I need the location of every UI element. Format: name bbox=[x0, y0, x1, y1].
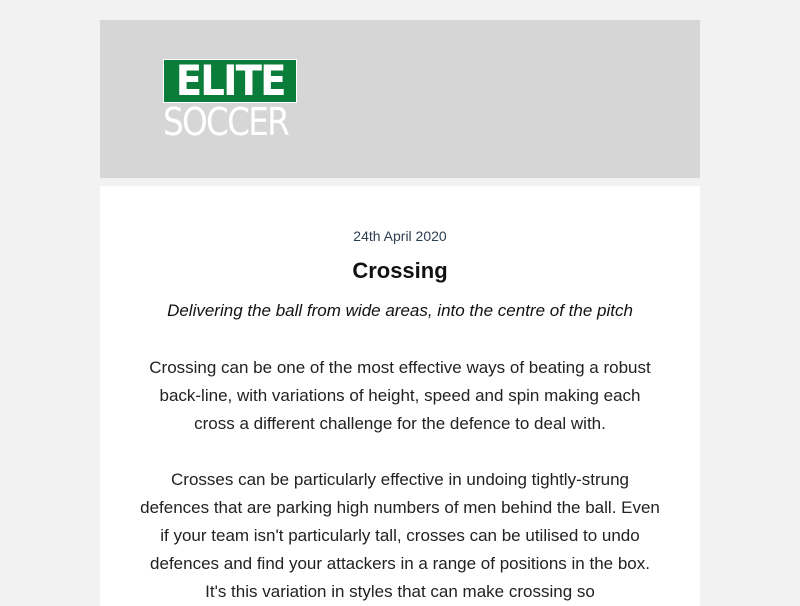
header-banner: ELITE SOCCER bbox=[100, 20, 700, 178]
article-paragraph: Crosses can be particularly effective in… bbox=[140, 470, 660, 601]
logo-word-elite: ELITE bbox=[175, 56, 287, 105]
elite-soccer-logo[interactable]: ELITE SOCCER bbox=[163, 59, 299, 144]
article-title: Crossing bbox=[352, 258, 448, 283]
logo-top-block: ELITE bbox=[163, 59, 297, 103]
logo-word-soccer: SOCCER bbox=[163, 100, 290, 144]
email-container: ELITE SOCCER 24th April 2020 Crossing De… bbox=[100, 20, 700, 606]
article-body: 24th April 2020 Crossing Delivering the … bbox=[100, 186, 700, 606]
article-subtitle: Delivering the ball from wide areas, int… bbox=[167, 301, 633, 320]
article-date: 24th April 2020 bbox=[353, 228, 447, 244]
article-paragraph: Crossing can be one of the most effectiv… bbox=[149, 358, 651, 433]
logo-bottom-block: SOCCER bbox=[163, 100, 299, 144]
